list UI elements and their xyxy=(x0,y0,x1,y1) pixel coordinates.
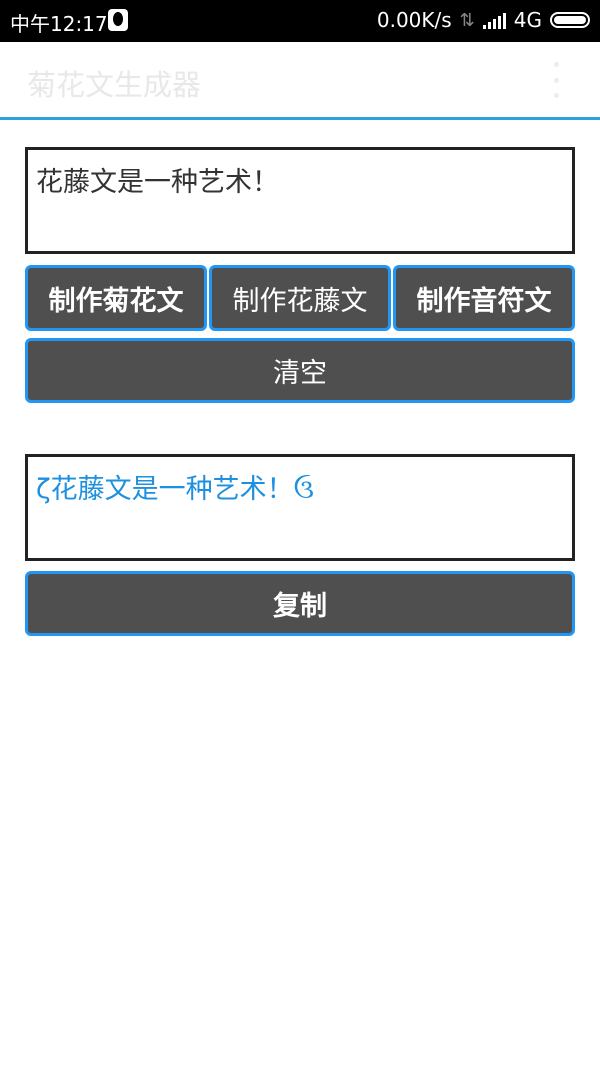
output-text-field[interactable]: ζ花藤文是一种艺术！ઉ xyxy=(25,454,575,561)
make-vine-text-button[interactable]: 制作花藤文 xyxy=(209,265,391,331)
app-bar: 菊花文生成器 xyxy=(0,42,600,120)
make-chrysanthemum-text-button[interactable]: 制作菊花文 xyxy=(25,265,207,331)
status-time: 中午12:17 xyxy=(10,12,108,36)
overflow-menu-icon[interactable] xyxy=(554,62,560,98)
battery-icon xyxy=(550,12,590,28)
input-text-field[interactable]: 花藤文是一种艺术！ xyxy=(25,147,575,254)
copy-button[interactable]: 复制 xyxy=(25,571,575,636)
network-type: 4G xyxy=(513,8,542,32)
network-speed: 0.00K/s xyxy=(376,8,452,32)
clear-button[interactable]: 清空 xyxy=(25,338,575,403)
qq-notification-icon xyxy=(108,9,128,31)
app-title: 菊花文生成器 xyxy=(27,68,202,102)
data-transfer-icon: ⇅ xyxy=(459,9,475,31)
status-bar: 中午12:17 0.00K/s ⇅ 4G xyxy=(0,0,600,42)
status-right: 0.00K/s ⇅ 4G xyxy=(377,8,590,32)
signal-icon xyxy=(482,11,506,29)
make-music-text-button[interactable]: 制作音符文 xyxy=(393,265,575,331)
